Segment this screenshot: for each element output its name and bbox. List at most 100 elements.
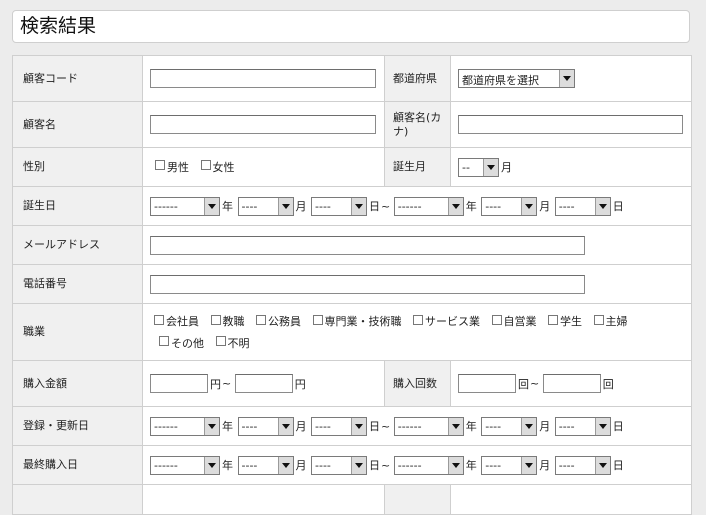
updated-to-year-value: ------ [397,419,422,433]
birthday-from-year-select[interactable]: ------ [150,196,220,216]
phone-label: 電話番号 [12,264,143,304]
range-tilde: ~ [530,377,540,390]
updated-to-day-select[interactable]: ---- [554,416,611,436]
occupation-option-label: サービス業 [425,315,480,328]
prefecture-select[interactable]: 都道府県を選択 [458,69,575,88]
day-unit: 日 [369,200,380,213]
day-unit: 日 [369,420,380,433]
birthday-from-month-value: ---- [241,199,258,213]
last-purchase-from-month-select[interactable]: ---- [237,455,294,475]
partial-row-label [12,484,143,515]
updated-from-month-value: ---- [241,419,258,433]
updated-from-year-value: ------ [154,419,178,433]
occupation-checkbox[interactable] [413,314,423,325]
purchase-count-min-input[interactable] [458,374,516,393]
customer-name-input[interactable] [150,115,376,134]
phone-input[interactable] [150,274,585,294]
purchase-amount-label: 購入金額 [12,360,143,407]
form-row-customer-name: 顧客名 顧客名(カナ) [12,101,692,148]
birthday-from-day-select[interactable]: ---- [311,196,367,216]
occupation-checkbox[interactable] [491,314,502,325]
email-input[interactable] [150,235,585,255]
chevron-down-icon [277,456,293,474]
occupation-option-label: 専門業・技術職 [324,315,402,328]
day-unit: 日 [612,200,624,213]
gender-label: 性別 [12,147,143,187]
form-row-occupation: 職業 会社員 教職 公務員 専門業・技術職 サービス業 自営業 学生 主婦 その… [12,303,692,361]
yen-unit: 円 [210,377,221,391]
occupation-checkbox[interactable] [593,314,604,325]
updated-from-day-select[interactable]: ---- [311,416,367,436]
gender-female-label: 女性 [212,161,235,174]
customer-kana-label: 顧客名(カナ) [384,101,451,148]
occupation-checkbox[interactable] [548,314,558,325]
month-unit: 月 [295,459,307,472]
month-unit: 月 [295,200,307,213]
partial-row-cell-2 [450,484,692,515]
occupation-checkbox[interactable] [256,314,266,325]
birthday-to-month-value: ---- [485,199,502,213]
occupation-checkbox[interactable] [210,314,221,325]
updated-from-year-select[interactable]: ------ [150,416,220,436]
birthday-from-month-select[interactable]: ---- [237,196,294,216]
occupation-checkbox[interactable] [159,336,169,346]
last-purchase-label: 最終購入日 [12,445,143,485]
day-unit: 日 [369,459,380,472]
form-row-gender: 性別 男性 女性 誕生月 -- 月 [12,147,692,187]
last-purchase-from-month-value: ---- [241,458,258,472]
prefecture-label: 都道府県 [384,55,451,102]
purchase-amount-min-input[interactable] [150,374,208,393]
updated-to-year-select[interactable]: ------ [393,416,464,436]
occupation-checkbox[interactable] [215,336,226,346]
year-unit: 年 [222,459,233,472]
customer-code-input[interactable] [150,69,376,88]
occupation-option-label: その他 [171,336,204,350]
occupation-checkbox[interactable] [312,314,323,325]
last-purchase-from-day-value: ---- [315,458,331,472]
yen-unit: 円 [294,377,306,391]
chevron-down-icon [447,417,463,435]
partial-row-cell [142,484,385,515]
updated-from-month-select[interactable]: ---- [237,416,294,436]
birthday-to-month-select[interactable]: ---- [481,196,538,216]
last-purchase-to-month-select[interactable]: ---- [481,455,538,475]
last-purchase-to-day-select[interactable]: ---- [554,455,611,475]
last-purchase-from-year-select[interactable]: ------ [150,455,220,475]
birthday-to-day-select[interactable]: ---- [554,196,611,216]
chevron-down-icon [483,158,498,176]
gender-female-checkbox[interactable] [200,160,211,170]
chevron-down-icon [521,197,537,215]
occupation-options-row-2: その他 不明 [150,332,691,354]
updated-to-month-value: ---- [485,419,502,433]
customer-code-label: 顧客コード [12,55,143,102]
updated-to-month-select[interactable]: ---- [481,416,538,436]
occupation-option-label: 自営業 [503,315,537,328]
form-row-partial [12,484,692,515]
range-tilde: ~ [381,419,391,433]
customer-kana-input[interactable] [458,115,683,134]
occupation-option-label: 不明 [227,336,250,350]
updated-date-label: 登録・更新日 [12,406,143,446]
occupation-checkbox[interactable] [154,314,164,325]
chevron-down-icon [204,417,219,435]
occupation-option-label: 会社員 [166,315,199,328]
last-purchase-to-day-value: ---- [558,458,575,472]
chevron-down-icon [594,456,610,474]
month-unit: 月 [539,459,551,472]
birthday-to-year-select[interactable]: ------ [393,196,464,216]
purchase-amount-max-input[interactable] [234,374,293,393]
month-unit: 月 [295,420,307,433]
birth-month-select-value: -- [462,160,470,174]
month-unit: 月 [539,420,551,433]
last-purchase-from-year-value: ------ [154,458,178,472]
birth-month-select[interactable]: -- [458,157,499,177]
gender-male-label: 男性 [167,161,189,174]
last-purchase-to-month-value: ---- [485,458,502,472]
range-tilde: ~ [381,199,391,213]
chevron-down-icon [559,70,574,87]
purchase-count-max-input[interactable] [542,374,601,393]
range-tilde: ~ [381,458,391,472]
last-purchase-from-day-select[interactable]: ---- [311,455,367,475]
last-purchase-to-year-select[interactable]: ------ [393,455,464,475]
gender-male-checkbox[interactable] [155,160,165,170]
